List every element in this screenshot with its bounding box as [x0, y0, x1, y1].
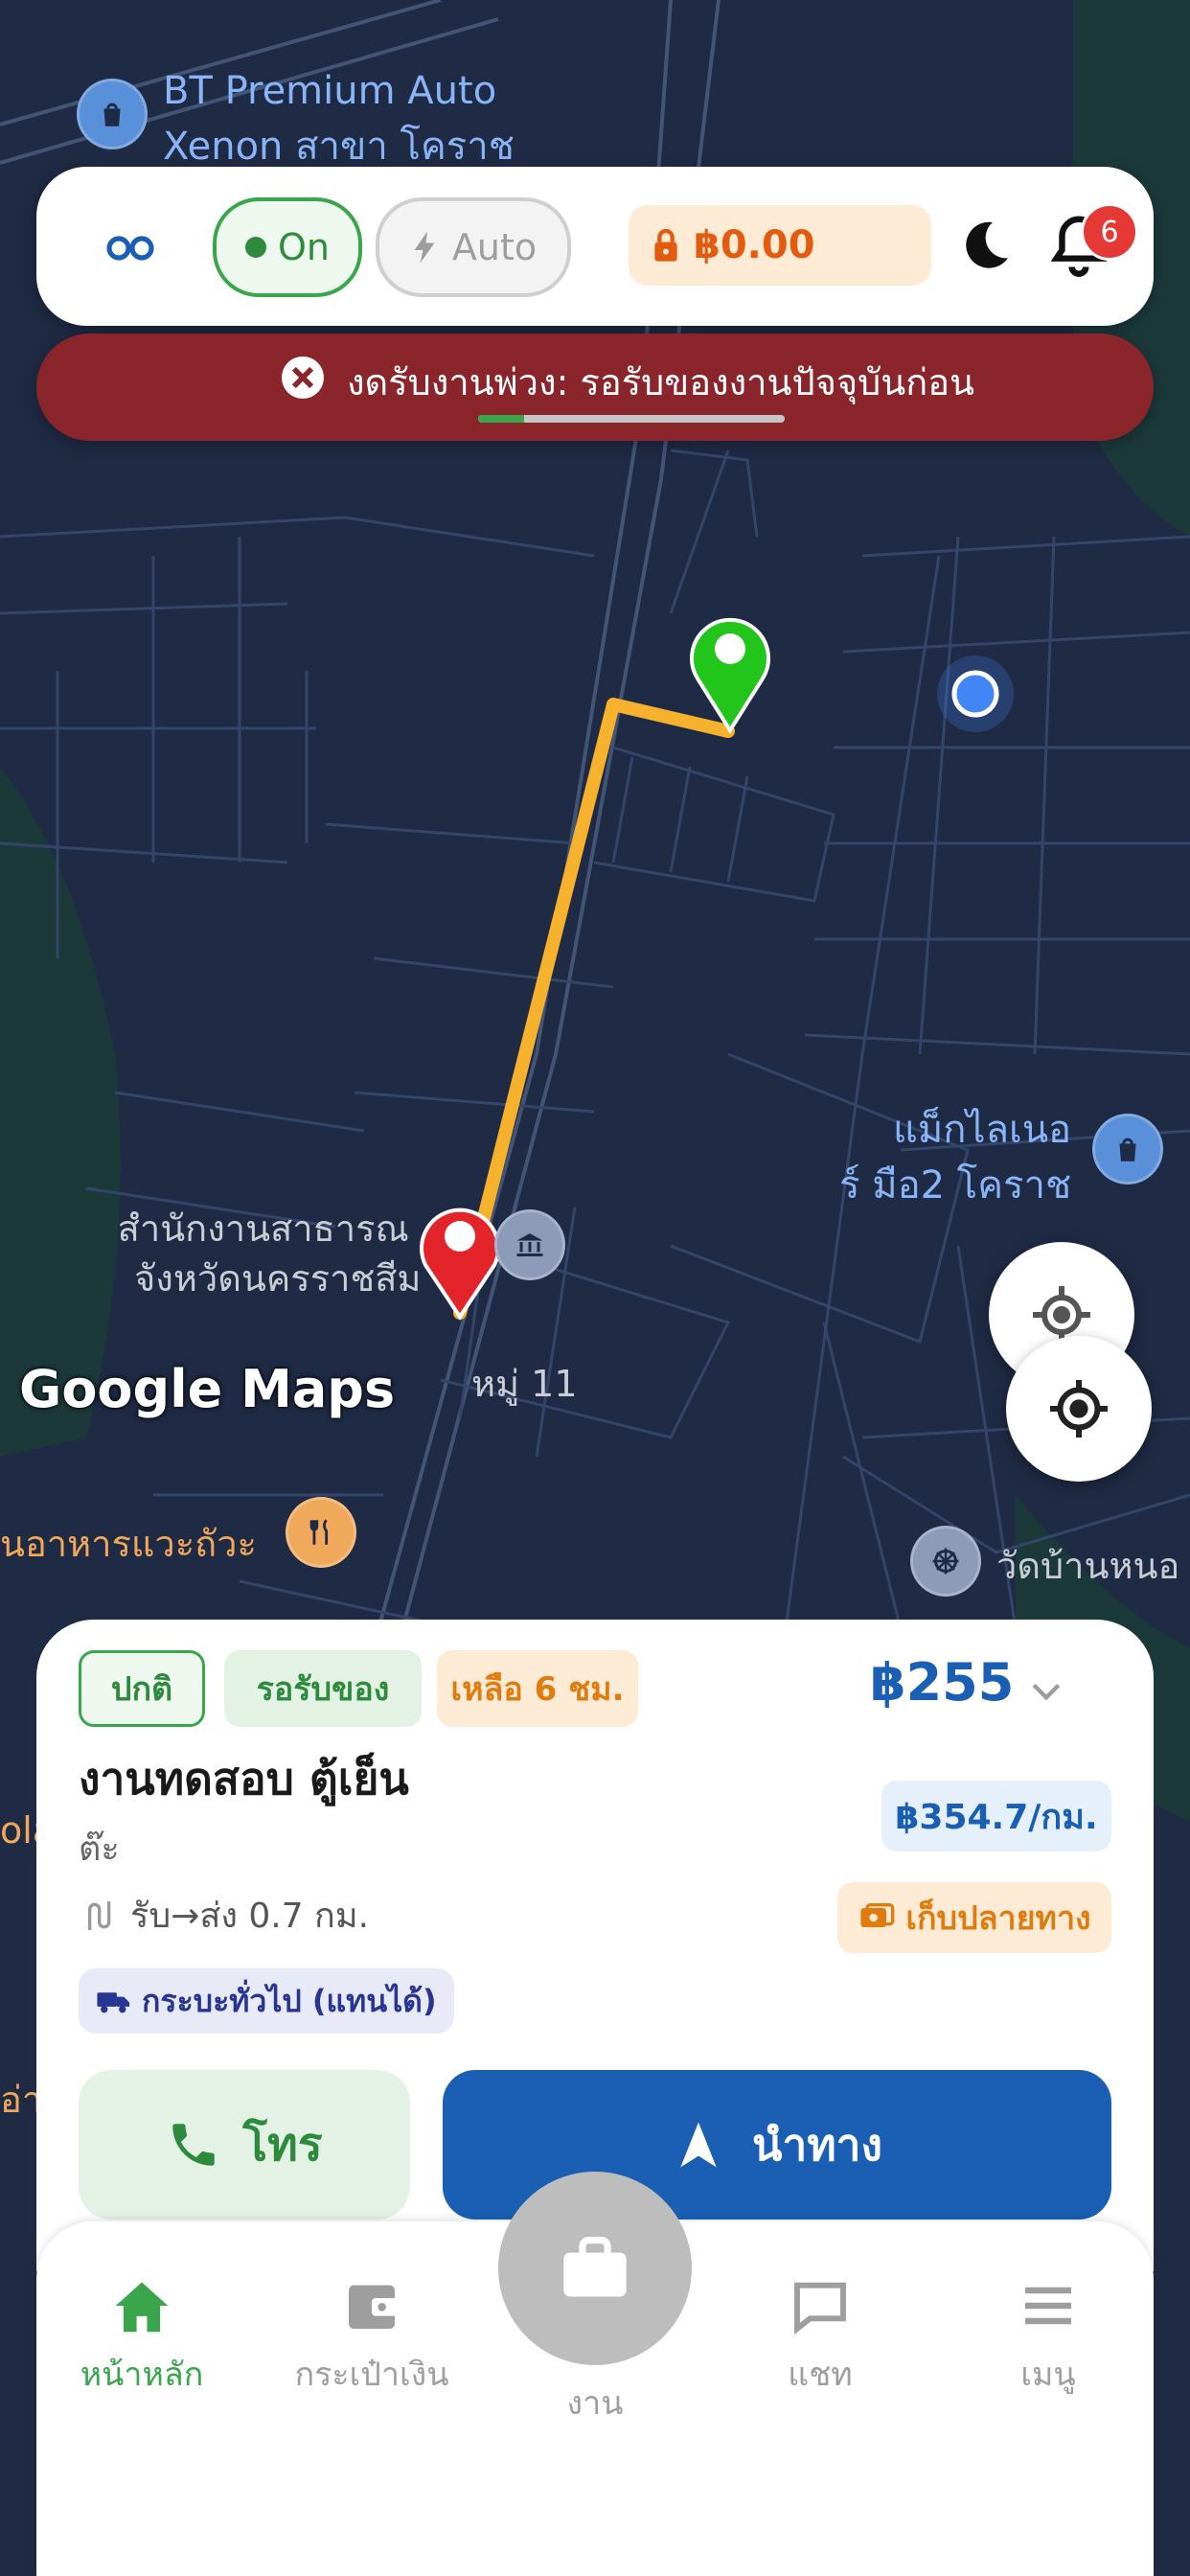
auto-toggle-button[interactable]: Auto — [376, 197, 571, 297]
online-toggle-button[interactable]: On — [213, 197, 362, 297]
government-building-icon[interactable] — [494, 1209, 565, 1280]
close-icon[interactable] — [282, 356, 324, 399]
hamburger-menu-icon — [1025, 2287, 1071, 2325]
jobs-center-button[interactable] — [498, 2172, 692, 2365]
truck-icon — [97, 1992, 130, 2013]
village-label: หมู่ 11 — [471, 1363, 578, 1405]
shopping-bag-poi-icon[interactable] — [1092, 1114, 1163, 1184]
top-status-bar: On Auto ฿0.00 6 — [36, 167, 1154, 326]
online-dot-icon — [245, 237, 266, 258]
nav-chat[interactable]: แชท — [715, 2277, 926, 2400]
route-distance-text: รับ→ส่ง 0.7 กม. — [130, 1897, 370, 1936]
navigation-arrow-icon — [680, 2122, 717, 2168]
tag-time-left: เหลือ 6 ชม. — [437, 1650, 638, 1727]
current-location-marker — [937, 656, 1014, 732]
phone-icon — [172, 2124, 216, 2166]
cod-label: เก็บปลายทาง — [905, 1899, 1091, 1938]
alert-progress-bar — [478, 415, 785, 423]
rate-per-km-chip: ฿354.7/กม. — [881, 1781, 1111, 1852]
cash-icon — [860, 1902, 895, 1927]
chat-bubble-icon — [794, 2282, 846, 2334]
briefcase-icon — [563, 2236, 627, 2297]
poi-label-restaurant: นอาหารแวะถัวะ — [0, 1523, 257, 1565]
route-distance: รับ→ส่ง 0.7 กม. — [79, 1888, 369, 1943]
lock-icon — [654, 228, 677, 262]
lightning-icon — [414, 231, 435, 264]
tag-normal: ปกติ — [79, 1650, 205, 1727]
glasses-icon[interactable] — [103, 222, 157, 274]
tag-waiting-pickup: รอรับของ — [224, 1650, 422, 1727]
my-location-button[interactable] — [1006, 1336, 1152, 1482]
poi-label-bt-premium: BT Premium Auto Xenon สาขา โคราช — [163, 69, 515, 169]
google-maps-attribution: Google Maps — [19, 1359, 396, 1419]
alert-banner: งดรับงานพ่วง: รอรับของงานปัจจุบันก่อน — [36, 334, 1154, 441]
home-icon — [115, 2282, 169, 2333]
nav-wallet-label: กระเป๋าเงิน — [294, 2356, 449, 2394]
nav-jobs-label: งาน — [566, 2384, 624, 2423]
poi-label-office: สำนักงานสาธารณ จังหวัดนครราชสีม — [117, 1208, 422, 1300]
wallet-balance-chip[interactable]: ฿0.00 — [629, 205, 931, 286]
shopping-bag-poi-icon[interactable] — [77, 79, 148, 150]
chevron-down-icon[interactable] — [1025, 1669, 1067, 1715]
call-button[interactable]: โทร — [79, 2070, 410, 2220]
alert-message: งดรับงานพ่วง: รอรับของงานปัจจุบันก่อน — [347, 361, 974, 403]
poi-label-temple: วัดบ้านหนอ — [996, 1545, 1180, 1587]
temple-icon[interactable] — [910, 1526, 981, 1597]
cash-on-delivery-chip: เก็บปลายทาง — [837, 1882, 1111, 1953]
wallet-icon — [349, 2285, 398, 2329]
auto-label: Auto — [451, 226, 538, 268]
notification-count-badge: 6 — [1081, 203, 1138, 261]
nav-wallet[interactable]: กระเป๋าเงิน — [266, 2277, 477, 2400]
route-icon — [88, 1900, 111, 1930]
restaurant-icon[interactable] — [286, 1497, 356, 1568]
call-label: โทร — [242, 2118, 323, 2172]
wallet-amount: ฿0.00 — [694, 223, 815, 267]
online-label: On — [278, 226, 330, 268]
vehicle-type-chip: กระบะทั่วไป (แทนได้) — [79, 1968, 454, 2034]
nav-chat-label: แชท — [788, 2356, 853, 2394]
navigate-label: นำทาง — [752, 2118, 882, 2171]
nav-home[interactable]: หน้าหลัก — [36, 2277, 247, 2400]
customer-name: ต๊ะ — [79, 1829, 120, 1869]
nav-home-label: หน้าหลัก — [80, 2356, 204, 2394]
poi-label-max-liner: แม็กไลเนอ ร์ มือ2 โคราช — [839, 1108, 1072, 1208]
nav-menu-label: เมนู — [1020, 2356, 1076, 2394]
job-price: ฿255 — [870, 1652, 1015, 1713]
job-title: งานทดสอบ ตู้เย็น — [79, 1753, 409, 1805]
alert-progress-fill — [478, 415, 524, 423]
vehicle-type-label: กระบะทั่วไป (แทนได้) — [142, 1982, 437, 2019]
nav-menu[interactable]: เมนู — [943, 2277, 1154, 2400]
dark-mode-moon-icon[interactable] — [954, 215, 1016, 280]
